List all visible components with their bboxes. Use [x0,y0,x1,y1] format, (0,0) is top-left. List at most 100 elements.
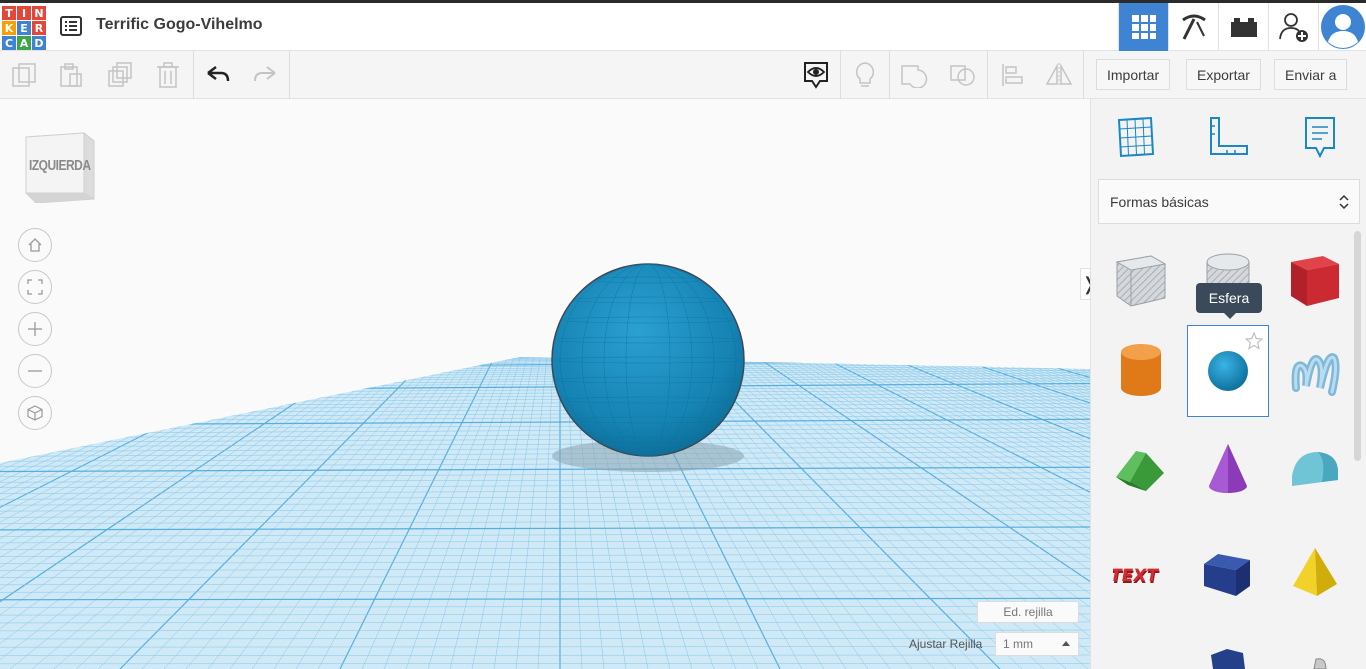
mirror-button[interactable] [1035,51,1083,99]
cone-icon [1209,444,1247,493]
ortho-cube-icon [27,405,43,421]
workplane-viewport[interactable]: IZQUIERDA Ed. rejilla Ajustar Rejilla 1 … [0,99,1090,669]
shape-pyramid[interactable] [1274,527,1356,619]
shape-box[interactable] [1274,232,1356,324]
lightbulb-icon [855,62,875,87]
fit-view-icon [27,279,43,295]
avatar-button[interactable] [1318,3,1366,51]
edit-toolbar: Importar Exportar Enviar a [0,51,1366,99]
zoom-in-icon [28,322,42,336]
send-to-button[interactable]: Enviar a [1274,59,1348,90]
shape-partial-icon [1313,658,1327,669]
caret-up-icon [1062,641,1070,646]
copy-button[interactable] [0,51,48,99]
note-icon [1305,117,1335,158]
redo-icon [254,66,276,82]
round-roof-icon [1292,452,1338,486]
undo-button[interactable] [194,51,242,99]
home-view-button[interactable] [18,228,52,262]
logo-letter: R [32,21,46,35]
redo-button[interactable] [241,51,289,99]
avatar [1320,5,1365,49]
grid-apps-icon [1131,15,1156,39]
logo-letter: N [32,6,46,20]
home-icon [28,238,42,252]
shape-sphere[interactable] [1187,325,1269,417]
fit-view-button[interactable] [18,270,52,304]
svg-text:TEXT: TEXT [1113,566,1160,586]
view-cube-label: IZQUIERDA [29,156,91,174]
select-arrows-icon [1339,194,1349,210]
sphere-object[interactable] [551,263,745,457]
scribble-icon [1291,353,1340,396]
logo-letter: I [17,6,31,20]
shape-text[interactable]: TEXT TEXT [1100,527,1182,619]
duplicate-button[interactable] [96,51,144,99]
shape-cylinder[interactable] [1100,325,1182,417]
shape-partial-icon [1211,649,1245,669]
codeblocks-button[interactable] [1168,3,1218,51]
shape-category-value: Formas básicas [1110,193,1209,210]
invite-user-button[interactable] [1268,3,1318,51]
design-title[interactable]: Terrific Gogo-Vihelmo [96,16,263,34]
shape-box-hole[interactable] [1100,232,1182,324]
notes-visibility-button[interactable] [792,51,840,99]
box-hole-icon [1115,255,1167,307]
workplane-grid[interactable] [0,99,1090,669]
import-button[interactable]: Importar [1096,59,1171,90]
top-bar: TIN KER CAD Terrific Gogo-Vihelmo [0,0,1366,51]
shape-category-select[interactable]: Formas básicas [1098,179,1360,224]
cylinder-icon [1121,344,1161,396]
shape-prism[interactable] [1187,527,1269,619]
bricks-button[interactable] [1218,3,1268,51]
star-favorite-icon[interactable] [1245,332,1263,350]
export-button[interactable]: Exportar [1186,59,1261,90]
copy-icon [12,63,36,87]
design-list-icon[interactable] [60,16,82,36]
ruler-icon [1210,117,1248,155]
pyramid-icon [1293,548,1337,596]
shape-round-roof[interactable] [1274,423,1356,515]
zoom-in-button[interactable] [18,312,52,346]
bricks-icon [1230,18,1257,37]
shape-partial-blue[interactable] [1187,639,1269,669]
ungroup-button[interactable] [939,51,987,99]
undo-icon [207,66,230,82]
3d-design-grid-button[interactable] [1118,3,1168,51]
shape-tooltip: Esfera [1196,283,1262,319]
view-cube[interactable]: IZQUIERDA [22,131,98,204]
logo-letter: K [2,21,16,35]
duplicate-icon [108,62,132,87]
workplane-button[interactable] [1112,113,1160,161]
zoom-out-icon [28,370,42,372]
mirror-icon [1045,63,1073,87]
group-button[interactable] [890,51,938,99]
delete-button[interactable] [144,51,192,99]
sphere-icon [1208,351,1248,391]
add-user-icon [1278,13,1308,42]
align-button[interactable] [988,51,1036,99]
paste-button[interactable] [47,51,95,99]
edit-grid-button[interactable]: Ed. rejilla [977,601,1079,623]
paste-icon [60,63,82,87]
pickaxe-icon [1181,14,1206,40]
tinkercad-logo[interactable]: TIN KER CAD [2,6,46,50]
group-icon [901,65,928,88]
text-3d-icon: TEXT TEXT [1113,566,1161,588]
shape-scribble[interactable] [1274,325,1356,417]
shape-partial-grey[interactable] [1274,639,1356,669]
zoom-out-button[interactable] [18,354,52,388]
shapes-panel: Formas básicas TEXT TEXT Esfera [1090,99,1366,669]
snap-grid-select[interactable]: 1 mm [995,632,1079,656]
logo-letter: T [2,6,16,20]
notes-button[interactable] [1296,113,1344,161]
ruler-button[interactable] [1205,113,1253,161]
light-button[interactable] [841,51,889,99]
shape-cone[interactable] [1187,423,1269,515]
ortho-view-button[interactable] [18,396,52,430]
logo-letter: A [17,36,31,50]
shape-roof[interactable] [1100,423,1182,515]
workplane-icon [1117,116,1155,158]
top-right-nav [1118,3,1366,51]
logo-letter: C [2,36,16,50]
